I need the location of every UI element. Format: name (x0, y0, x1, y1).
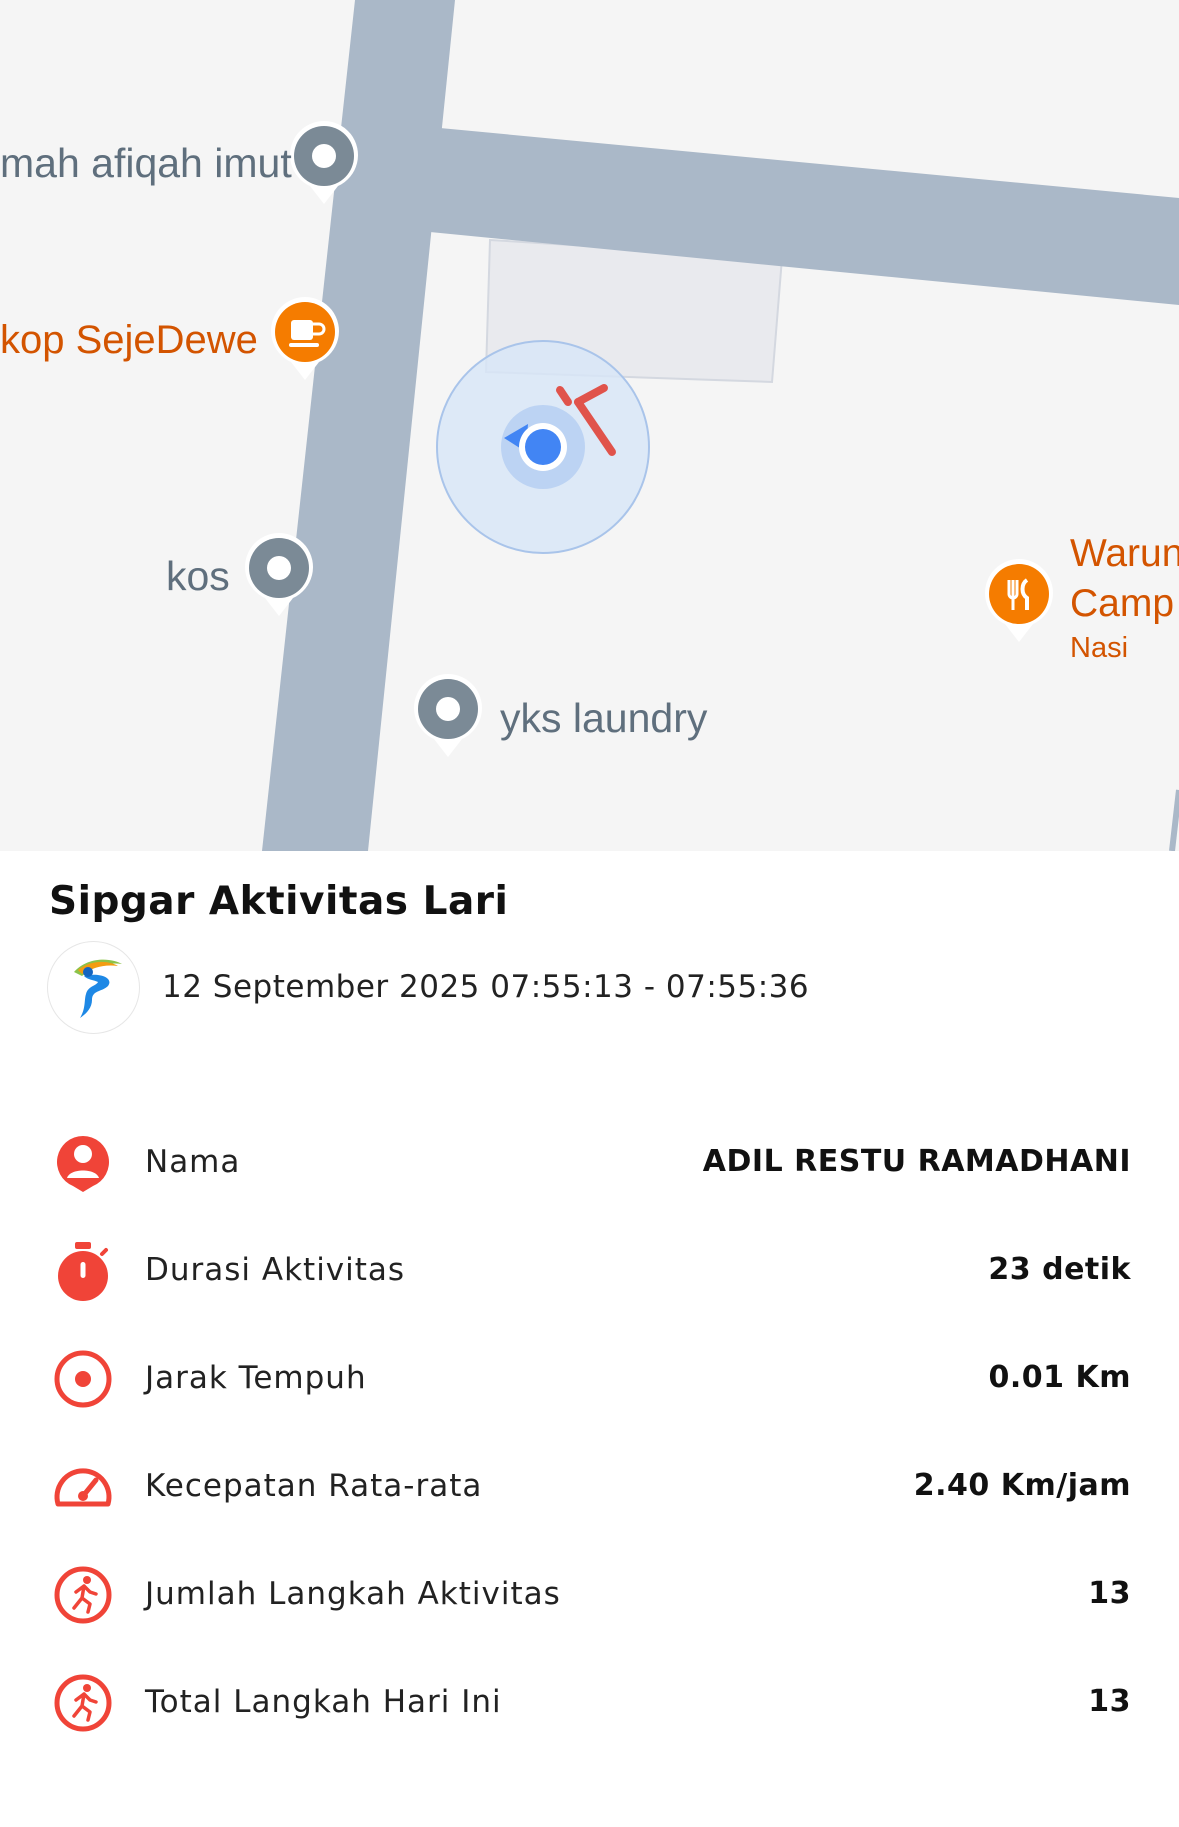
stat-label: Durasi Aktivitas (145, 1252, 406, 1288)
stat-row-nama: Nama ADIL RESTU RAMADHANI (0, 1128, 1179, 1198)
stat-value: 0.01 Km (988, 1360, 1131, 1395)
speedometer-icon (54, 1468, 112, 1507)
stat-label: Kecepatan Rata-rata (145, 1468, 483, 1504)
stat-value: ADIL RESTU RAMADHANI (702, 1144, 1131, 1179)
place-label[interactable]: kos (166, 553, 230, 600)
person-icon (56, 1136, 109, 1192)
place-label[interactable]: kop SejeDewe (0, 318, 258, 363)
stat-row-total-langkah: Total Langkah Hari Ini 13 (0, 1668, 1179, 1738)
place-pin-icon[interactable] (243, 532, 315, 618)
target-icon (54, 1350, 112, 1408)
place-label[interactable]: Camp (1070, 582, 1174, 626)
coffee-icon[interactable] (269, 296, 341, 382)
my-location-dot (525, 429, 561, 465)
place-pin-icon[interactable] (288, 120, 360, 206)
stat-label: Nama (145, 1144, 241, 1180)
stat-value: 23 detik (988, 1252, 1131, 1287)
runner-icon (54, 1566, 112, 1624)
stat-row-jarak: Jarak Tempuh 0.01 Km (0, 1344, 1179, 1414)
stat-row-durasi: Durasi Aktivitas 23 detik (0, 1236, 1179, 1306)
stat-row-kecepatan: Kecepatan Rata-rata 2.40 Km/jam (0, 1452, 1179, 1522)
activity-datetime: 12 September 2025 07:55:13 - 07:55:36 (162, 969, 810, 1005)
stat-label: Total Langkah Hari Ini (145, 1684, 502, 1720)
stat-label: Jarak Tempuh (145, 1360, 367, 1396)
map-view[interactable]: mah afiqah imut kop SejeDewe kos yks lau… (0, 0, 1179, 851)
stat-label: Jumlah Langkah Aktivitas (145, 1576, 561, 1612)
app-logo (47, 941, 140, 1034)
place-category: Nasi (1070, 632, 1129, 664)
place-pin-icon[interactable] (412, 673, 484, 759)
place-label[interactable]: mah afiqah imut (0, 140, 292, 187)
stat-value: 13 (1088, 1684, 1131, 1719)
restaurant-icon[interactable] (983, 558, 1055, 644)
activity-title: Sipgar Aktivitas Lari (49, 879, 509, 924)
activity-sheet: Sipgar Aktivitas Lari 12 September 2025 … (0, 851, 1179, 1827)
stat-value: 2.40 Km/jam (913, 1468, 1131, 1503)
stopwatch-icon (58, 1242, 108, 1301)
place-label[interactable]: Warun (1070, 532, 1179, 576)
runner-icon (54, 1674, 112, 1732)
stat-row-jumlah-langkah: Jumlah Langkah Aktivitas 13 (0, 1560, 1179, 1630)
stat-value: 13 (1088, 1576, 1131, 1611)
place-label[interactable]: yks laundry (500, 695, 707, 742)
